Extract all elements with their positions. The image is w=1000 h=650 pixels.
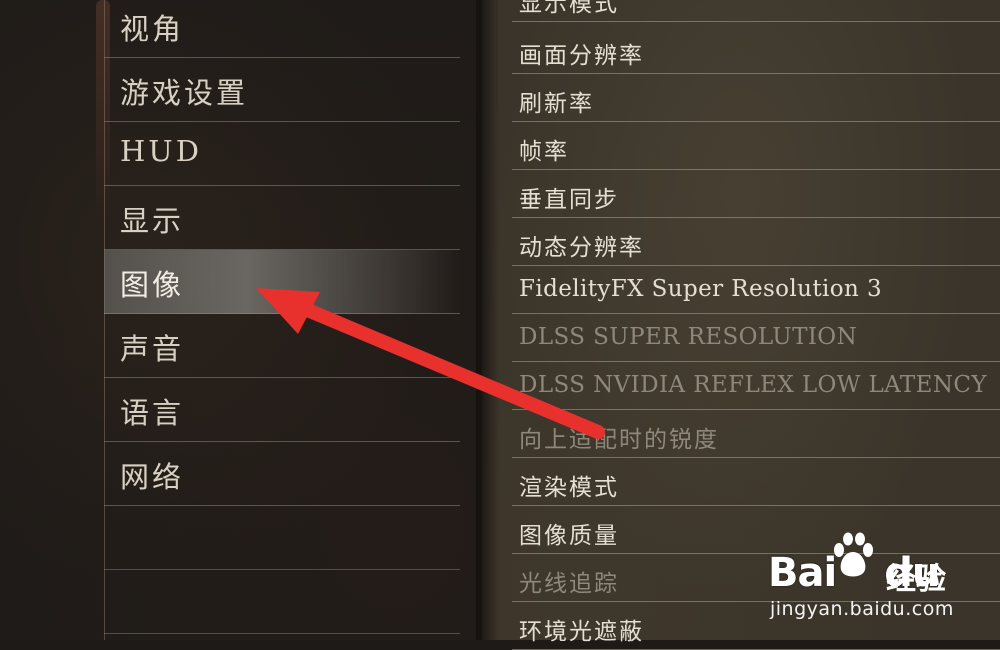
setting-label: 渲染模式 bbox=[519, 475, 619, 501]
watermark-cn: 经验 bbox=[886, 562, 946, 597]
setting-label: 帧率 bbox=[519, 139, 569, 165]
setting-fsr3[interactable]: FidelityFX Super Resolution 3 bbox=[512, 266, 1000, 314]
setting-label: 刷新率 bbox=[519, 91, 594, 117]
baidu-paw-icon bbox=[834, 532, 873, 577]
category-label: 网络 bbox=[120, 460, 185, 494]
category-label: 游戏设置 bbox=[120, 76, 249, 110]
setting-dlss-reflex[interactable]: DLSS NVIDIA REFLEX LOW LATENCY bbox=[512, 362, 1000, 410]
setting-label: 画面分辨率 bbox=[519, 43, 644, 69]
baidu-jingyan-watermark: Bai du 经验 jingyan.baidu.com bbox=[768, 532, 994, 636]
setting-label: 环境光遮蔽 bbox=[519, 619, 644, 645]
setting-dynamic-resolution[interactable]: 动态分辨率 bbox=[512, 218, 1000, 266]
setting-vsync[interactable]: 垂直同步 bbox=[512, 170, 1000, 218]
category-label: 图像 bbox=[120, 268, 185, 302]
setting-label: 图像质量 bbox=[519, 523, 619, 549]
category-label: 显示 bbox=[120, 204, 185, 238]
watermark-brand-text: Bai bbox=[768, 550, 837, 596]
setting-label: 动态分辨率 bbox=[519, 235, 644, 261]
category-sound[interactable]: 声音 bbox=[104, 314, 460, 378]
category-label: HUD bbox=[120, 134, 202, 168]
setting-screen-resolution[interactable]: 画面分辨率 bbox=[512, 26, 1000, 74]
category-language[interactable]: 语言 bbox=[104, 378, 460, 442]
setting-label: DLSS SUPER RESOLUTION bbox=[519, 324, 858, 350]
category-network[interactable]: 网络 bbox=[104, 442, 460, 506]
setting-label: 向上适配时的锐度 bbox=[519, 427, 719, 453]
category-label: 视角 bbox=[120, 12, 185, 46]
empty-divider bbox=[104, 569, 460, 570]
setting-label: 垂直同步 bbox=[519, 187, 619, 213]
setting-label: DLSS NVIDIA REFLEX LOW LATENCY bbox=[519, 372, 987, 398]
watermark-url: jingyan.baidu.com bbox=[770, 598, 954, 620]
category-view[interactable]: 视角 bbox=[104, 0, 460, 58]
setting-upscale-sharpness[interactable]: 向上适配时的锐度 bbox=[512, 410, 1000, 458]
panel-divider bbox=[476, 0, 500, 640]
category-graphics[interactable]: 图像 bbox=[104, 250, 460, 314]
empty-divider bbox=[104, 633, 460, 634]
setting-display-mode[interactable]: 显示模式 bbox=[512, 0, 1000, 22]
setting-refresh-rate[interactable]: 刷新率 bbox=[512, 74, 1000, 122]
setting-dlss-super-resolution[interactable]: DLSS SUPER RESOLUTION bbox=[512, 314, 1000, 362]
setting-label: 显示模式 bbox=[519, 0, 619, 17]
setting-label: FidelityFX Super Resolution 3 bbox=[519, 276, 883, 302]
category-label: 语言 bbox=[120, 396, 185, 430]
category-label: 声音 bbox=[120, 332, 185, 366]
category-display[interactable]: 显示 bbox=[104, 186, 460, 250]
category-game-settings[interactable]: 游戏设置 bbox=[104, 58, 460, 122]
setting-label: 光线追踪 bbox=[519, 571, 619, 597]
setting-render-mode[interactable]: 渲染模式 bbox=[512, 458, 1000, 506]
setting-frame-rate[interactable]: 帧率 bbox=[512, 122, 1000, 170]
category-hud[interactable]: HUD bbox=[104, 122, 460, 186]
